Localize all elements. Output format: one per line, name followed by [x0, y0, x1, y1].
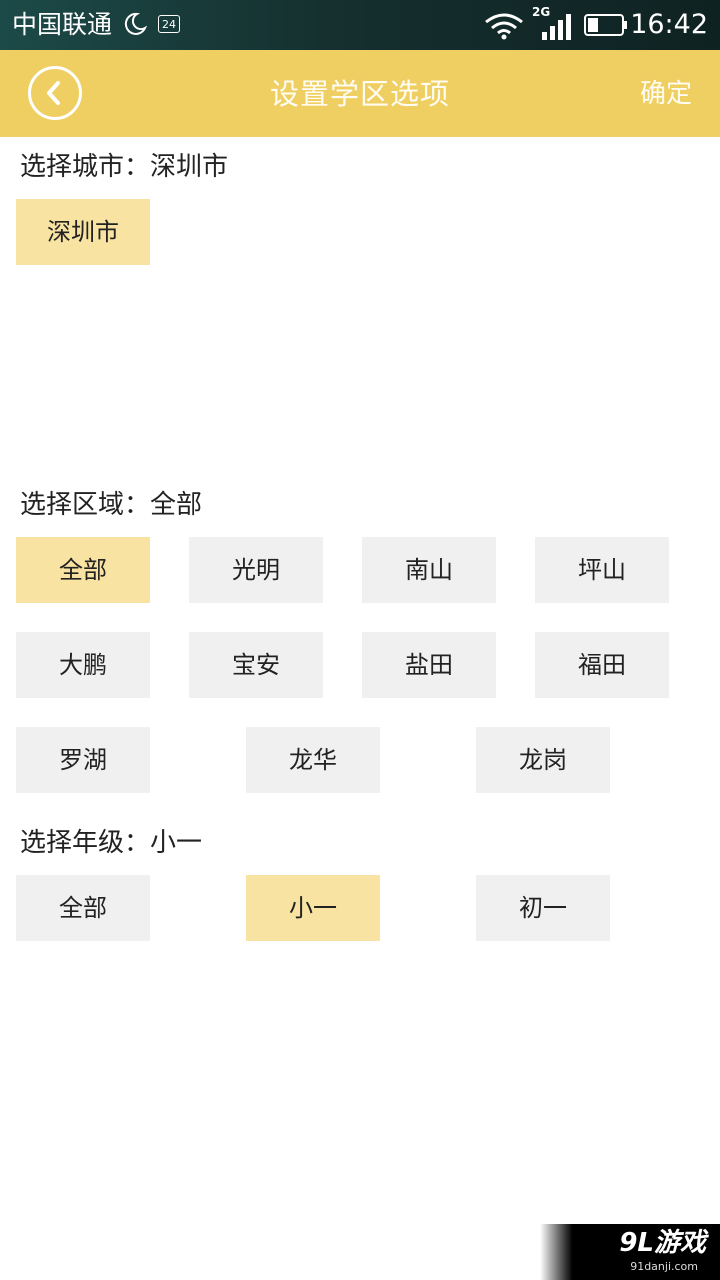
city-section-label: 选择城市：深圳市 [20, 152, 229, 182]
grade-section-label: 选择年级：小一 [20, 828, 203, 858]
signal-icon [542, 14, 571, 40]
district-option-yantian[interactable]: 盐田 [362, 632, 496, 698]
district-option-baoan[interactable]: 宝安 [189, 632, 323, 698]
grade-option-grade1[interactable]: 小一 [246, 875, 380, 941]
district-section-label: 选择区域：全部 [20, 490, 203, 520]
district-option-all[interactable]: 全部 [16, 537, 150, 603]
wifi-icon [485, 13, 523, 40]
grade-option-all[interactable]: 全部 [16, 875, 150, 941]
watermark-logo-text: 9L游戏 [619, 1228, 706, 1258]
moon-icon [124, 12, 148, 35]
watermark-url: 91danji.com [630, 1260, 698, 1273]
watermark: 9L游戏 91danji.com [540, 1224, 720, 1280]
app-header: 设置学区选项 确定 [0, 50, 720, 137]
confirm-button[interactable]: 确定 [640, 77, 692, 111]
carrier-name: 中国联通 [12, 10, 113, 39]
city-option-shenzhen[interactable]: 深圳市 [16, 199, 150, 265]
page-title: 设置学区选项 [269, 77, 450, 111]
status-bar: 中国联通 24 2G 16:42 [0, 0, 720, 50]
district-option-pingshan[interactable]: 坪山 [535, 537, 669, 603]
sim-badge: 24 [158, 15, 180, 33]
clock: 16:42 [630, 9, 708, 40]
district-option-longhua[interactable]: 龙华 [246, 727, 380, 793]
district-option-longgang[interactable]: 龙岗 [476, 727, 610, 793]
grade-option-junior1[interactable]: 初一 [476, 875, 610, 941]
district-option-nanshan[interactable]: 南山 [362, 537, 496, 603]
district-option-guangming[interactable]: 光明 [189, 537, 323, 603]
district-option-futian[interactable]: 福田 [535, 632, 669, 698]
battery-icon [584, 14, 627, 36]
district-option-dapeng[interactable]: 大鹏 [16, 632, 150, 698]
district-option-luohu[interactable]: 罗湖 [16, 727, 150, 793]
